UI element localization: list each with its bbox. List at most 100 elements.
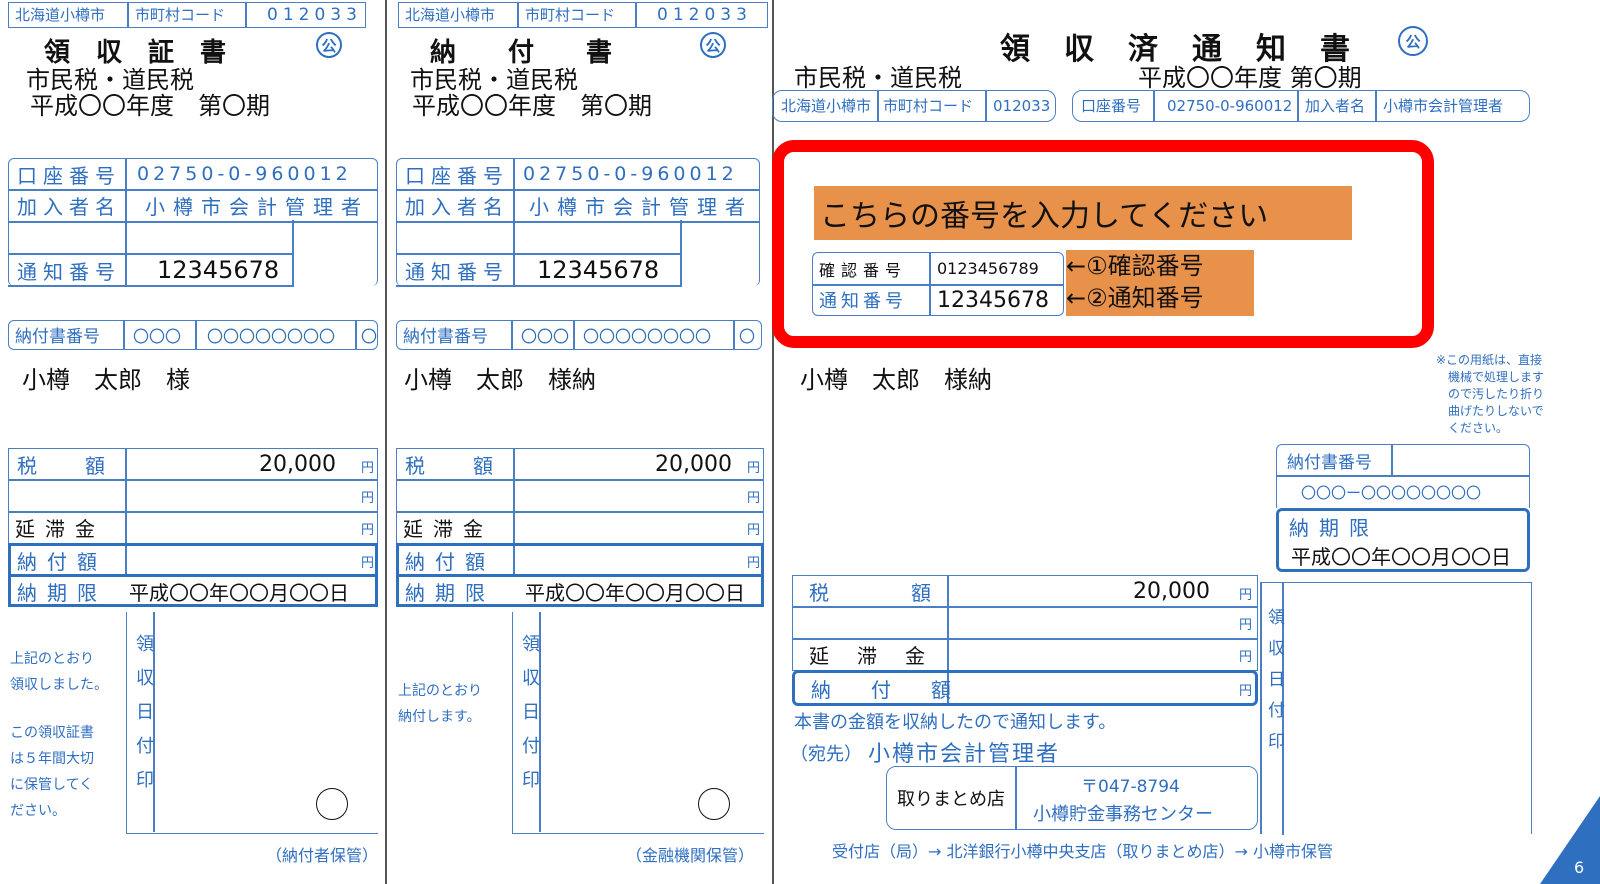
municipality: 北海道小樽市 [781, 97, 872, 115]
payment-note: 上記のとおり 納付します。 [398, 678, 482, 730]
caution-line: ください。 [1448, 421, 1509, 435]
notice-label: 通知番号 [819, 291, 907, 312]
due-date: 平成〇〇年〇〇月〇〇日 [1291, 544, 1511, 569]
notice-paid-box: 納 付 額 円 [792, 670, 1258, 706]
notice-code-box: 北海道小樽市 市町村コード 012033 [772, 90, 1056, 122]
stamp-circle [316, 788, 348, 820]
yen-label: 円 [1239, 650, 1253, 665]
center-name: 小樽貯金事務センター [1033, 804, 1213, 825]
member-name: 小樽市会計管理者 [529, 195, 753, 219]
member-label: 加入者名 [1305, 97, 1366, 115]
member-label: 加入者名 [17, 195, 121, 219]
caution-line: ※この用紙は、直接 [1436, 353, 1543, 367]
notice-tax-name: 市民税・道民税 [794, 64, 962, 92]
member-name: 小樽市会計管理者 [145, 195, 369, 219]
kou-icon: 公 [316, 32, 342, 58]
form-label: 納付書番号 [403, 327, 488, 347]
paid-label: 納 付 額 [811, 677, 961, 702]
payer-name: 小樽 太郎 様 [22, 366, 190, 394]
note-line: 納付します。 [398, 709, 481, 725]
divider-1 [385, 0, 387, 884]
yen-label: 円 [1239, 618, 1253, 633]
receipt-paid-box: 納付額 円 納期限 平成〇〇年〇〇月〇〇日 [8, 543, 378, 607]
addressee: 小樽市会計管理者 [868, 742, 1061, 767]
due-label: 納期限 [17, 580, 107, 605]
municipality: 北海道小樽市 [405, 6, 496, 24]
postal-code: 〒047-8794 [1081, 776, 1180, 797]
code: 012033 [993, 96, 1051, 115]
form-part3: 〇 [739, 326, 756, 346]
payment-code-box: 北海道小樽市 市町村コード 012033 [398, 2, 768, 28]
code: 012033 [267, 4, 362, 25]
note-line [10, 698, 108, 720]
stamp-label: 領収日付印 [519, 634, 540, 804]
receipt-keep: （納付者保管） [266, 846, 379, 865]
receipt-note: 上記のとおり 領収しました。 この領収証書 は５年間大切 に保管してく ださい。 [10, 646, 108, 824]
notice-form-box: 納付書番号 〇〇〇ー〇〇〇〇〇〇〇〇 [1276, 444, 1530, 508]
due-date: 平成〇〇年〇〇月〇〇日 [525, 580, 745, 605]
notice-number: 12345678 [537, 256, 660, 284]
caution-line: ので汚したり折り [1448, 387, 1545, 401]
note-line: 上記のとおり [10, 651, 94, 667]
payer-name: 小樽 太郎 様納 [800, 366, 992, 394]
kou-icon: 公 [1398, 26, 1428, 56]
due-date: 平成〇〇年〇〇月〇〇日 [129, 580, 349, 605]
yen-label: 円 [361, 461, 375, 476]
account-label: 口座番号 [17, 163, 121, 188]
notice-period: 平成〇〇年度 第〇期 [1138, 64, 1362, 92]
notice-label: 通知番号 [405, 259, 509, 284]
receipt-code-box: 北海道小樽市 市町村コード 012033 [8, 2, 366, 28]
yen-label: 円 [747, 461, 761, 476]
account-number: 02750-0-960012 [137, 163, 352, 185]
code-label: 市町村コード [525, 6, 616, 24]
confirm-number: 0123456789 [937, 259, 1039, 278]
receipt-account-box: 口座番号 02750-0-960012 加入者名 小樽市会計管理者 通知番号 1… [8, 158, 378, 286]
note-line: 上記のとおり [398, 683, 482, 699]
late-fee-label: 延滞金 [403, 517, 493, 541]
addressee-label: （宛先） [790, 744, 862, 765]
account-label: 口座番号 [405, 163, 509, 188]
yen-label: 円 [1239, 684, 1253, 699]
notice-label: 通知番号 [17, 259, 121, 284]
yen-label: 円 [747, 556, 761, 571]
form-part2: 〇〇〇〇〇〇〇〇 [583, 326, 712, 346]
code: 012033 [657, 4, 752, 25]
divider-2 [772, 0, 774, 884]
account-number: 02750-0-960012 [1167, 96, 1293, 115]
due-label: 納期限 [405, 580, 495, 605]
late-fee-label: 延 滞 金 [809, 644, 929, 668]
arrow-label-confirm: ←①確認番号 [1066, 252, 1204, 280]
notice-account-box: 口座番号 02750-0-960012 加入者名 小樽市会計管理者 [1072, 90, 1530, 122]
member-label: 加入者名 [405, 195, 509, 219]
notice-due-box: 納期限 平成〇〇年〇〇月〇〇日 [1276, 508, 1530, 572]
collect-box: 取りまとめ店 〒047-8794 小樽貯金事務センター [886, 766, 1258, 830]
note-line: ださい。 [10, 803, 66, 819]
yen-label: 円 [747, 523, 761, 538]
corner-page-mark [1540, 796, 1600, 884]
note-line: 領収しました。 [10, 677, 108, 693]
municipality: 北海道小樽市 [15, 6, 106, 24]
yen-label: 円 [361, 556, 375, 571]
member-name: 小樽市会計管理者 [1383, 97, 1504, 115]
notice-amount-table: 税 額 20,000 円 円 延 滞 金 円 [792, 575, 1258, 671]
tax-amount: 20,000 [259, 451, 336, 477]
tax-amount-label: 税 額 [405, 453, 507, 478]
kou-icon: 公 [700, 32, 726, 58]
period: 平成〇〇年度 第〇期 [30, 92, 270, 120]
payer-name: 小樽 太郎 様納 [404, 366, 596, 394]
form-part3: 〇 [361, 326, 378, 346]
payment-paid-box: 納付額 円 納期限 平成〇〇年〇〇月〇〇日 [396, 543, 764, 607]
late-fee-label: 延滞金 [15, 517, 105, 541]
account-number: 02750-0-960012 [523, 163, 738, 185]
tax-amount-label: 税 額 [17, 453, 119, 478]
form-part1: 〇〇〇 [521, 326, 570, 346]
tax-amount: 20,000 [655, 451, 732, 477]
notice-stamp-area [1260, 582, 1532, 835]
highlight-instruction: こちらの番号を入力してください [814, 186, 1352, 240]
yen-label: 円 [747, 491, 761, 506]
yen-label: 円 [361, 523, 375, 538]
form-label: 納付書番号 [15, 327, 100, 347]
confirm-label: 確認番号 [819, 260, 908, 280]
code-label: 市町村コード [135, 6, 226, 24]
tax-amount: 20,000 [1133, 578, 1210, 604]
